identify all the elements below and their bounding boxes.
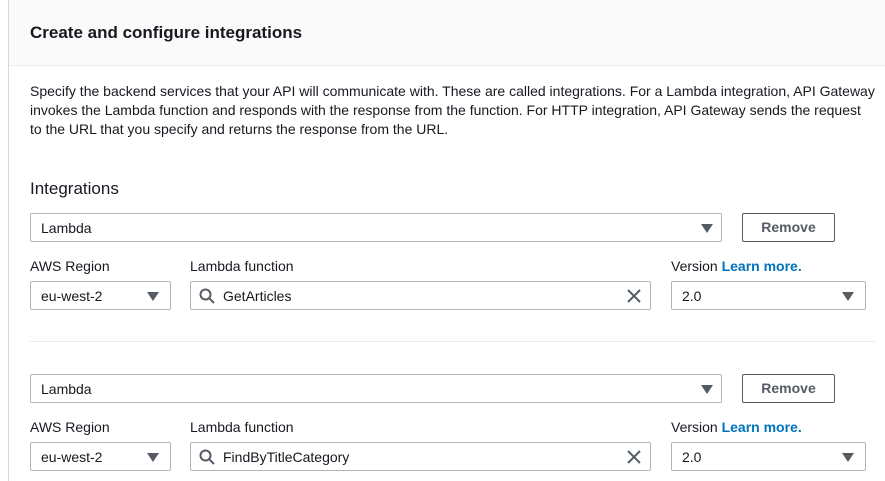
integration-type-value: Lambda <box>41 381 92 397</box>
integrations-panel: Create and configure integrations Specif… <box>8 0 885 481</box>
close-icon[interactable] <box>627 289 641 303</box>
aws-region-label: AWS Region <box>30 258 110 274</box>
caret-down-icon <box>842 453 854 462</box>
remove-integration-button-1[interactable]: Remove <box>742 213 835 242</box>
version-label: Version Learn more. <box>671 258 802 274</box>
panel-header: Create and configure integrations <box>9 0 885 66</box>
integration-type-value: Lambda <box>41 220 92 236</box>
version-label-text: Version <box>671 258 718 274</box>
lambda-function-label: Lambda function <box>190 419 294 435</box>
caret-down-icon <box>842 292 854 301</box>
integration-divider <box>30 341 875 342</box>
learn-more-link[interactable]: Learn more. <box>722 419 802 435</box>
lambda-function-search-2[interactable] <box>190 442 651 471</box>
panel-description: Specify the backend services that your A… <box>30 83 875 137</box>
integration-type-select-1[interactable]: Lambda <box>30 213 722 242</box>
lambda-function-label: Lambda function <box>190 258 294 274</box>
search-icon <box>199 449 215 465</box>
search-icon <box>199 288 215 304</box>
aws-region-select-1[interactable]: eu-west-2 <box>30 281 171 310</box>
integration-type-select-2[interactable]: Lambda <box>30 374 722 403</box>
learn-more-link[interactable]: Learn more. <box>722 258 802 274</box>
integrations-heading: Integrations <box>30 179 119 198</box>
lambda-function-search-1[interactable] <box>190 281 651 310</box>
version-value: 2.0 <box>682 288 702 304</box>
aws-region-label: AWS Region <box>30 419 110 435</box>
aws-region-value: eu-west-2 <box>41 449 103 465</box>
lambda-function-input[interactable] <box>223 286 603 305</box>
caret-down-icon <box>701 224 713 233</box>
version-label: Version Learn more. <box>671 419 802 435</box>
caret-down-icon <box>147 292 159 301</box>
panel-title: Create and configure integrations <box>30 23 303 42</box>
remove-integration-button-2[interactable]: Remove <box>742 374 835 403</box>
aws-region-value: eu-west-2 <box>41 288 103 304</box>
version-label-text: Version <box>671 419 718 435</box>
caret-down-icon <box>701 385 713 394</box>
version-value: 2.0 <box>682 449 702 465</box>
version-select-1[interactable]: 2.0 <box>671 281 866 310</box>
close-icon[interactable] <box>627 450 641 464</box>
caret-down-icon <box>147 453 159 462</box>
version-select-2[interactable]: 2.0 <box>671 442 866 471</box>
aws-region-select-2[interactable]: eu-west-2 <box>30 442 171 471</box>
lambda-function-input[interactable] <box>223 447 603 466</box>
